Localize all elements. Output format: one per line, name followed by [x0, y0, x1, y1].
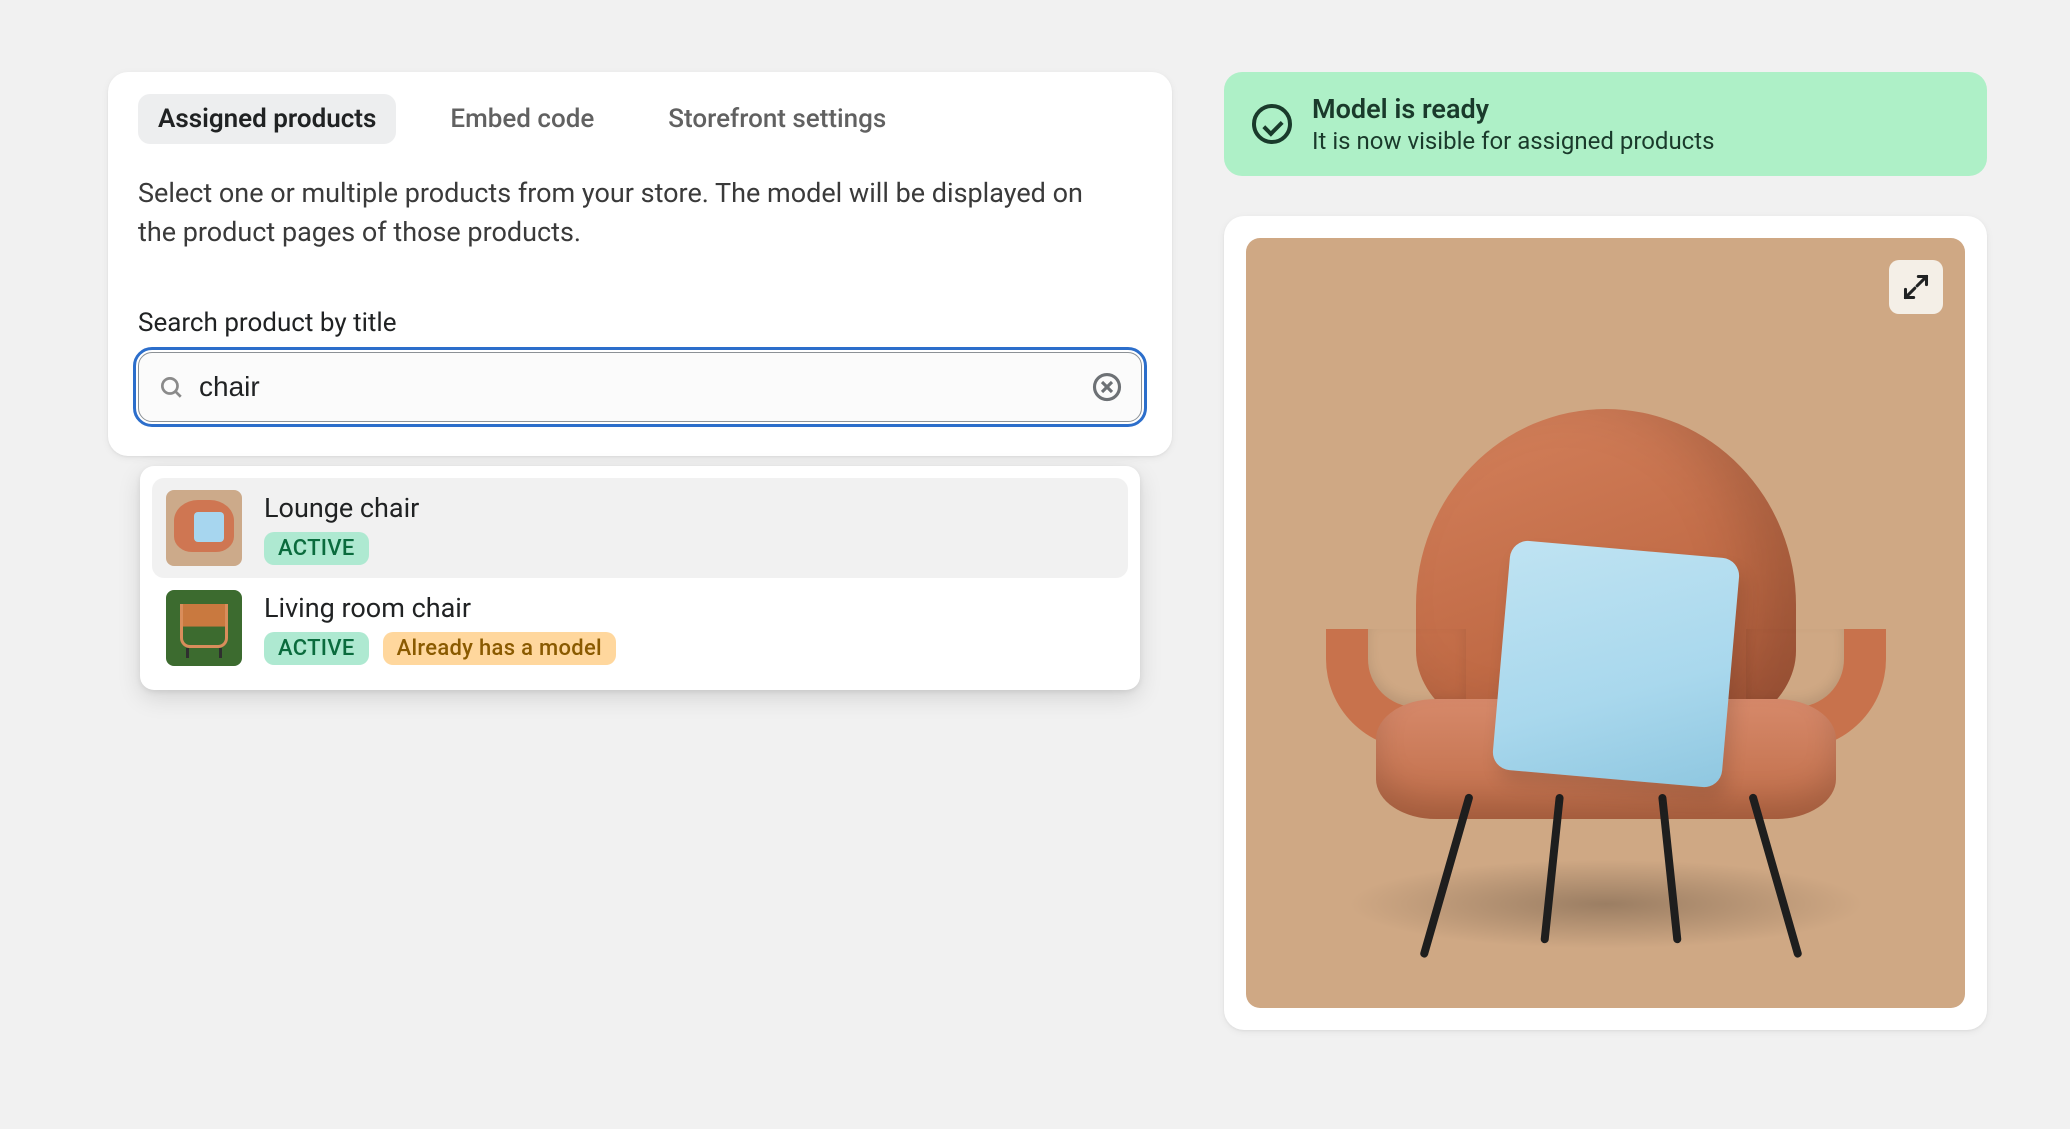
- clear-search-icon[interactable]: [1092, 372, 1122, 402]
- banner-title: Model is ready: [1312, 93, 1714, 125]
- check-circle-icon: [1252, 104, 1292, 144]
- result-option[interactable]: Lounge chair ACTIVE: [152, 478, 1128, 578]
- status-badge: ACTIVE: [264, 632, 369, 665]
- assigned-products-panel: Assigned products Embed code Storefront …: [108, 72, 1172, 456]
- expand-button[interactable]: [1889, 260, 1943, 314]
- tab-storefront-settings[interactable]: Storefront settings: [648, 94, 906, 144]
- status-banner: Model is ready It is now visible for ass…: [1224, 72, 1987, 176]
- product-thumbnail: [166, 490, 242, 566]
- search-results-dropdown: Lounge chair ACTIVE Living room chair AC…: [140, 466, 1140, 690]
- has-model-badge: Already has a model: [383, 632, 616, 665]
- result-option[interactable]: Living room chair ACTIVE Already has a m…: [152, 578, 1128, 678]
- banner-subtitle: It is now visible for assigned products: [1312, 127, 1714, 155]
- tab-embed-code[interactable]: Embed code: [430, 94, 614, 144]
- model-preview[interactable]: [1246, 238, 1965, 1008]
- tab-assigned-products[interactable]: Assigned products: [138, 94, 396, 144]
- search-icon: [158, 374, 184, 400]
- search-field: [138, 352, 1142, 422]
- model-preview-card: [1224, 216, 1987, 1030]
- search-input[interactable]: [138, 352, 1142, 422]
- result-title: Living room chair: [264, 592, 616, 624]
- chair-model-icon: [1346, 399, 1866, 939]
- status-badge: ACTIVE: [264, 532, 369, 565]
- result-title: Lounge chair: [264, 492, 419, 524]
- tabs: Assigned products Embed code Storefront …: [138, 94, 1142, 144]
- product-thumbnail: [166, 590, 242, 666]
- search-label: Search product by title: [138, 308, 1142, 338]
- help-text: Select one or multiple products from you…: [138, 174, 1118, 252]
